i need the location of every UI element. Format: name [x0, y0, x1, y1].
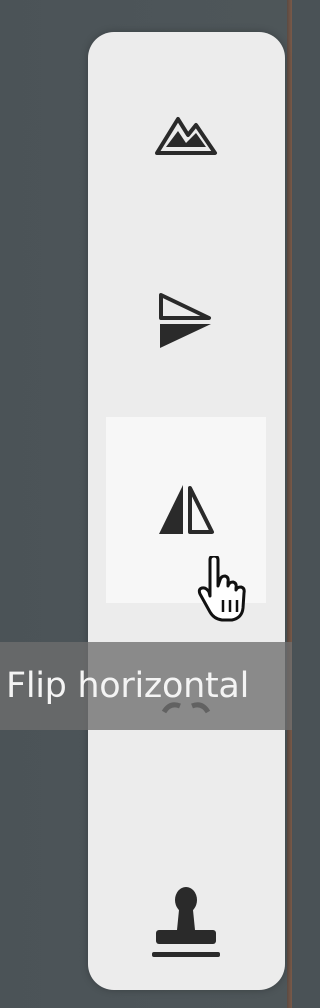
flip-vertical-icon [157, 291, 215, 351]
landscape-tool-button[interactable] [106, 42, 266, 228]
vertical-toolbar [88, 32, 285, 990]
flip-horizontal-icon [156, 482, 216, 538]
tooltip-text: Flip horizontal [6, 666, 249, 706]
stamp-icon [148, 884, 224, 966]
app-canvas: Flip horizontal [0, 0, 292, 1008]
stamp-tool-button[interactable] [106, 832, 266, 1008]
window-edge [287, 0, 292, 1008]
flip-vertical-tool-button[interactable] [106, 228, 266, 414]
mountain-icon [154, 113, 218, 157]
tooltip: Flip horizontal [0, 642, 292, 730]
hand-pointer-icon [196, 554, 254, 626]
